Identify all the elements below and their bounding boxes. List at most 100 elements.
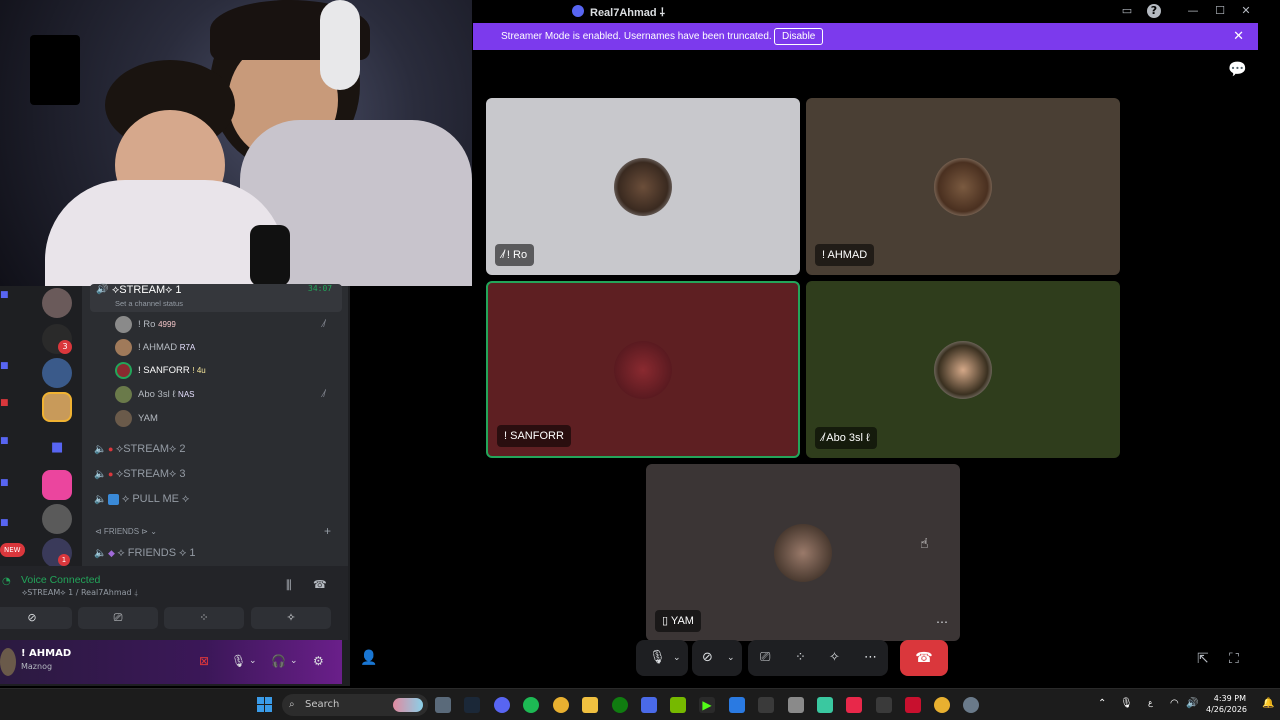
voice-member[interactable]: YAM: [115, 409, 158, 429]
app-icon[interactable]: [729, 697, 745, 713]
xbox-icon[interactable]: [612, 697, 628, 713]
language-icon[interactable]: ع: [1148, 698, 1153, 707]
store-icon[interactable]: [641, 697, 657, 713]
wifi-icon[interactable]: ◠: [1170, 698, 1179, 709]
voice-member[interactable]: ! AHMAD R7A: [115, 338, 195, 358]
chevron-down-icon: ⌄: [150, 527, 157, 536]
fullscreen-icon[interactable]: ⛶: [1229, 651, 1239, 667]
server-icon[interactable]: [42, 358, 72, 388]
video-tile[interactable]: ⁄̸ Abo 3sl ℓ: [806, 281, 1120, 458]
server-icon[interactable]: [42, 288, 72, 318]
disable-button[interactable]: Disable: [774, 28, 824, 45]
file-explorer-icon[interactable]: [582, 697, 598, 713]
voice-connected-title[interactable]: Voice Connected: [21, 574, 100, 586]
screen-share-icon[interactable]: ⎚: [760, 640, 770, 676]
soundboard-button[interactable]: ✧: [251, 607, 331, 629]
signal-icon[interactable]: ◔: [2, 576, 11, 587]
microphone-button[interactable]: 🎙 ⌄: [636, 640, 688, 676]
camera-app-icon[interactable]: [435, 697, 451, 713]
noise-suppression-icon[interactable]: ⫼: [286, 578, 292, 593]
app-icon[interactable]: [758, 697, 774, 713]
category-header[interactable]: ⊲ FRIENDS ⊳ ⌄: [95, 522, 157, 542]
folder-icon[interactable]: ■: [0, 478, 9, 488]
folder-icon[interactable]: ■: [0, 361, 9, 371]
camera-button[interactable]: ⊘: [0, 607, 72, 629]
microphone-icon[interactable]: 🎙: [231, 654, 246, 668]
end-call-button[interactable]: ☎: [900, 640, 948, 676]
add-user-icon[interactable]: 👤: [360, 650, 377, 666]
voice-channel[interactable]: 🔈 ⟡ PULL ME ⟡: [94, 489, 189, 509]
chrome-icon[interactable]: [934, 697, 950, 713]
notification-icon[interactable]: 🔔: [1262, 698, 1274, 709]
activities-button[interactable]: ⁘: [164, 607, 244, 629]
video-tile[interactable]: ▯ YAM ⋯: [646, 464, 960, 641]
webcam-overlay: [0, 0, 472, 286]
channel-status[interactable]: Set a channel status: [115, 299, 183, 308]
more-options-icon[interactable]: ⋯: [864, 640, 877, 676]
discord-icon[interactable]: [494, 697, 510, 713]
camera-off-icon[interactable]: ⊠: [199, 654, 209, 668]
chrome-icon[interactable]: [553, 697, 569, 713]
capcut-icon[interactable]: [876, 697, 892, 713]
disconnect-icon[interactable]: ☎: [313, 578, 327, 591]
avatar[interactable]: [0, 648, 16, 676]
camera-button[interactable]: ⊘ ⌄: [692, 640, 742, 676]
recycle-bin-icon[interactable]: [788, 697, 804, 713]
settings-icon[interactable]: [963, 697, 979, 713]
more-options-icon[interactable]: ⋯: [936, 615, 948, 629]
voice-channel[interactable]: 🔈 ● ⟡STREAM⟡ 2: [94, 439, 186, 459]
voice-channel[interactable]: 🔈 ● ⟡STREAM⟡ 3: [94, 464, 186, 484]
folder-icon[interactable]: ■: [0, 518, 9, 528]
activities-icon[interactable]: ⁘: [795, 640, 806, 676]
close-window-button[interactable]: ✕: [1239, 4, 1253, 18]
chat-bubble-icon[interactable]: 💬: [1228, 60, 1247, 78]
folder-icon[interactable]: ■: [0, 398, 9, 408]
voice-member[interactable]: ! SANFORR ! 4u: [115, 361, 206, 381]
soundboard-icon[interactable]: ✧: [829, 640, 840, 676]
close-icon[interactable]: ✕: [1233, 29, 1244, 44]
user-name[interactable]: ! AHMAD: [21, 648, 71, 659]
user-status: Maznog: [21, 662, 53, 671]
active-channel[interactable]: 🔊 ⟡STREAM⟡ 1 34:07 Set a channel status: [90, 284, 342, 312]
server-icon[interactable]: [42, 470, 72, 500]
minimize-button[interactable]: —: [1186, 4, 1200, 18]
chevron-up-icon[interactable]: ⌃: [1098, 698, 1106, 709]
app-icon[interactable]: [905, 697, 921, 713]
windows-start-icon[interactable]: [257, 697, 273, 713]
server-icon[interactable]: [42, 392, 72, 422]
nvidia-icon[interactable]: [670, 697, 686, 713]
add-channel-icon[interactable]: +: [324, 524, 331, 538]
folder-icon[interactable]: ■: [51, 440, 63, 455]
video-tile[interactable]: ⁄̸ ! Ro: [486, 98, 800, 275]
spotify-icon[interactable]: [523, 697, 539, 713]
headphones-icon[interactable]: 🎧: [271, 654, 286, 668]
folder-icon[interactable]: ■: [0, 436, 9, 446]
voice-channel[interactable]: 🔈 ◆ ⟡ FRIENDS ⟡ 1: [94, 543, 196, 563]
voice-connected-subtitle[interactable]: ⟡STREAM⟡ 1 / Real7Ahmad ⸸: [22, 588, 138, 598]
search-highlight-icon: [393, 698, 423, 712]
chevron-down-icon[interactable]: ⌄: [290, 656, 298, 666]
gear-icon[interactable]: ⚙: [313, 654, 324, 668]
chevron-down-icon[interactable]: ⌄: [249, 656, 257, 666]
microphone-icon[interactable]: 🎙: [1120, 698, 1133, 709]
voice-member[interactable]: Abo 3sl ℓ NAS: [115, 385, 195, 405]
voice-member[interactable]: ! Ro 4999: [115, 315, 176, 335]
server-icon[interactable]: [42, 504, 72, 534]
volume-icon[interactable]: 🔊: [1186, 698, 1198, 709]
help-icon[interactable]: ?: [1147, 4, 1161, 18]
app-icon[interactable]: [846, 697, 862, 713]
steam-icon[interactable]: [464, 697, 480, 713]
user-panel: ! AHMAD Maznog ⊠ 🎙 ⌄ 🎧 ⌄ ⚙: [0, 640, 342, 684]
app-icon[interactable]: [817, 697, 833, 713]
taskbar-clock[interactable]: 4:39 PM 4/26/2026: [1206, 693, 1247, 715]
video-tile[interactable]: ! SANFORR: [486, 281, 800, 458]
maximize-button[interactable]: ☐: [1213, 4, 1227, 18]
kick-icon[interactable]: ▶: [699, 697, 715, 713]
video-tile[interactable]: ! AHMAD: [806, 98, 1120, 275]
folder-icon[interactable]: ■: [0, 290, 9, 300]
screen-share-icon: ⎚: [113, 611, 123, 624]
inbox-icon[interactable]: ▭: [1120, 4, 1134, 18]
screen-share-button[interactable]: ⎚: [78, 607, 158, 629]
taskbar-search[interactable]: ⌕ Search: [282, 694, 428, 716]
pop-out-icon[interactable]: ⇱: [1197, 651, 1209, 667]
